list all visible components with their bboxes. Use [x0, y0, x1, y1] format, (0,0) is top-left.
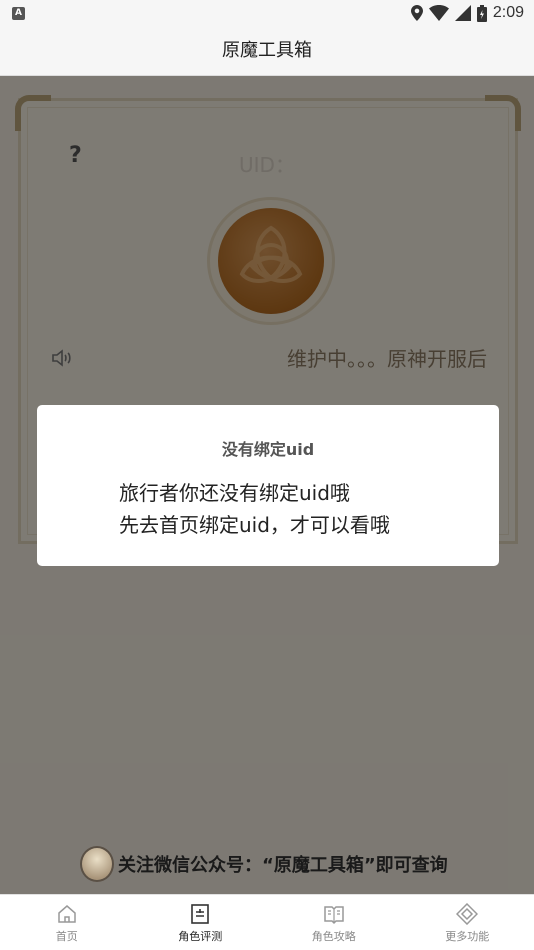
tab-label: 角色评测 [178, 930, 223, 943]
home-icon [58, 905, 76, 923]
clock: 2:09 [492, 4, 524, 21]
notification-badge: A [12, 7, 25, 20]
dialog-message-line1: 旅行者你还没有绑定uid哦 [119, 481, 350, 505]
diamond-icon [456, 903, 479, 925]
status-icons: 2:09 [410, 4, 524, 22]
wifi-icon [428, 5, 449, 21]
dialog-message: 旅行者你还没有绑定uid哦 先去首页绑定uid，才可以看哦 [119, 477, 390, 541]
tab-label: 首页 [55, 930, 78, 943]
follow-text: 关注微信公众号：“原魔工具箱”即可查询 [118, 855, 448, 876]
location-icon [410, 5, 423, 21]
app-title: 原魔工具箱 [222, 40, 312, 61]
follow-banner: 关注微信公众号：“原魔工具箱”即可查询 [80, 846, 448, 882]
battery-icon [476, 4, 487, 22]
tab-evaluation[interactable]: 角色评测 [134, 895, 268, 950]
bind-uid-dialog: 没有绑定uid 旅行者你还没有绑定uid哦 先去首页绑定uid，才可以看哦 [37, 405, 499, 566]
evaluation-icon [191, 904, 210, 924]
book-icon [324, 906, 344, 925]
status-bar: A 2:09 [0, 0, 534, 28]
tab-more[interactable]: 更多功能 [401, 895, 534, 950]
bottom-tab-bar: 首页 角色评测 角色攻略 更多功能 [0, 894, 534, 950]
signal-icon [454, 5, 471, 21]
tab-home[interactable]: 首页 [0, 895, 134, 950]
dialog-title: 没有绑定uid [221, 440, 315, 459]
tab-guide[interactable]: 角色攻略 [267, 895, 401, 950]
dialog-message-line2: 先去首页绑定uid，才可以看哦 [119, 513, 390, 537]
tab-label: 更多功能 [445, 930, 490, 943]
app-bar: 原魔工具箱 [0, 28, 534, 76]
tab-label: 角色攻略 [311, 930, 356, 943]
mascot-icon [80, 846, 114, 882]
